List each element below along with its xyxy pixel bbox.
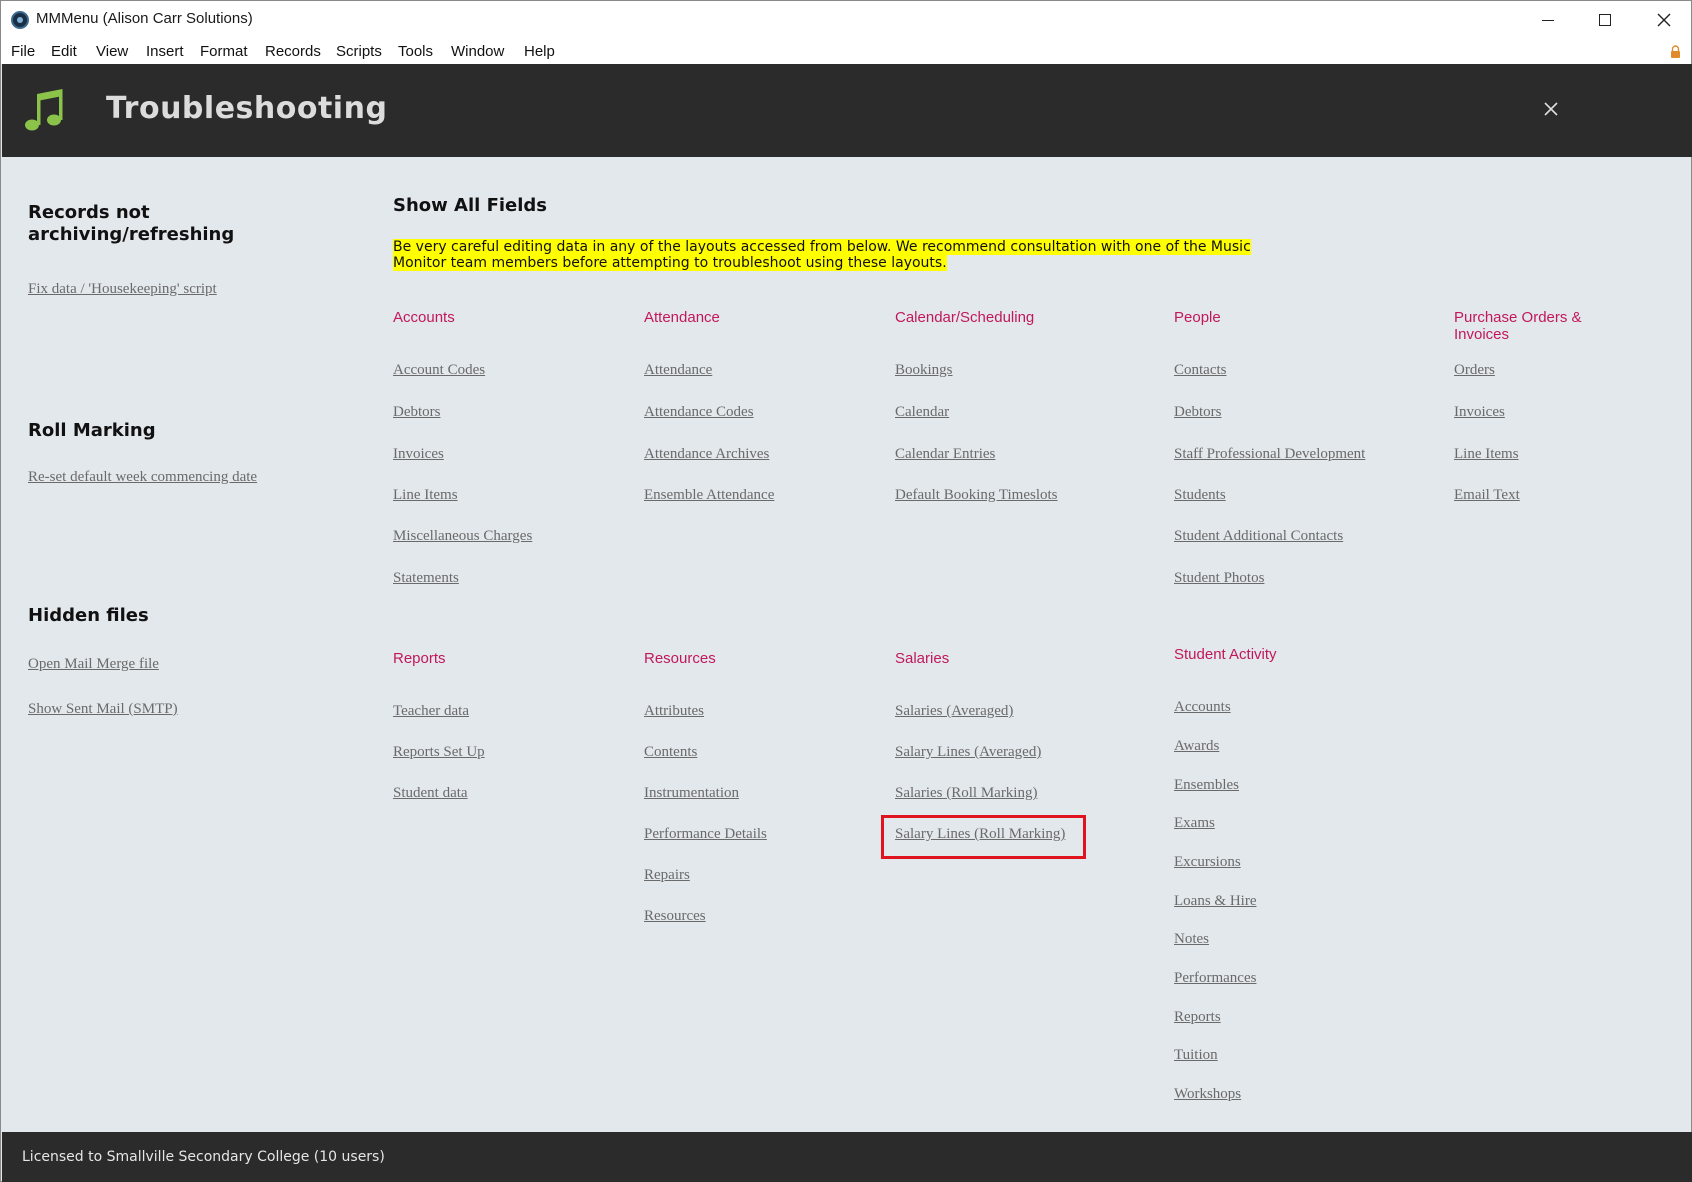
section-title-show-all-fields: Show All Fields bbox=[393, 195, 548, 216]
link-orders[interactable]: Orders bbox=[1454, 362, 1495, 379]
link-notes[interactable]: Notes bbox=[1174, 931, 1209, 948]
title-bar: MMMenu (Alison Carr Solutions) bbox=[1, 1, 1691, 39]
link-email-text[interactable]: Email Text bbox=[1454, 487, 1520, 504]
link-bookings[interactable]: Bookings bbox=[895, 362, 953, 379]
link-student-photos[interactable]: Student Photos bbox=[1174, 570, 1264, 587]
page-title: Troubleshooting bbox=[106, 91, 388, 126]
link-contacts[interactable]: Contacts bbox=[1174, 362, 1227, 379]
minimize-icon bbox=[1542, 19, 1554, 21]
link-salaries-roll-marking[interactable]: Salaries (Roll Marking) bbox=[895, 785, 1037, 802]
menu-tools[interactable]: Tools bbox=[398, 43, 433, 60]
link-workshops[interactable]: Workshops bbox=[1174, 1086, 1241, 1103]
heading-resources: Resources bbox=[644, 650, 716, 667]
selection-highlight-box bbox=[881, 815, 1086, 859]
link-performance-details[interactable]: Performance Details bbox=[644, 826, 767, 843]
link-miscellaneous-charges[interactable]: Miscellaneous Charges bbox=[393, 528, 532, 545]
link-sa-reports[interactable]: Reports bbox=[1174, 1009, 1221, 1026]
menu-file[interactable]: File bbox=[11, 43, 35, 60]
link-students[interactable]: Students bbox=[1174, 487, 1226, 504]
window-title: MMMenu (Alison Carr Solutions) bbox=[36, 10, 253, 27]
link-account-codes[interactable]: Account Codes bbox=[393, 362, 485, 379]
menu-help[interactable]: Help bbox=[524, 43, 555, 60]
link-tuition[interactable]: Tuition bbox=[1174, 1047, 1218, 1064]
close-icon[interactable] bbox=[1540, 98, 1562, 120]
link-ensembles[interactable]: Ensembles bbox=[1174, 777, 1239, 794]
link-show-sent-mail[interactable]: Show Sent Mail (SMTP) bbox=[28, 701, 178, 718]
link-attendance-codes[interactable]: Attendance Codes bbox=[644, 404, 754, 421]
link-sa-accounts[interactable]: Accounts bbox=[1174, 699, 1231, 716]
link-accounts-invoices[interactable]: Invoices bbox=[393, 446, 444, 463]
app-window: MMMenu (Alison Carr Solutions) File Edit… bbox=[0, 0, 1692, 1182]
status-footer: Licensed to Smallville Secondary College… bbox=[2, 1132, 1692, 1182]
maximize-icon bbox=[1599, 14, 1611, 26]
minimize-button[interactable] bbox=[1519, 1, 1577, 39]
link-exams[interactable]: Exams bbox=[1174, 815, 1215, 832]
link-fix-data-housekeeping[interactable]: Fix data / 'Housekeeping' script bbox=[28, 281, 217, 298]
music-note-icon bbox=[25, 89, 63, 131]
menu-insert[interactable]: Insert bbox=[146, 43, 184, 60]
close-icon bbox=[1657, 13, 1671, 27]
lock-icon bbox=[1671, 45, 1680, 58]
link-performances[interactable]: Performances bbox=[1174, 970, 1256, 987]
link-instrumentation[interactable]: Instrumentation bbox=[644, 785, 739, 802]
link-student-additional-contacts[interactable]: Student Additional Contacts bbox=[1174, 528, 1343, 545]
content-area: Records not archiving/refreshing Fix dat… bbox=[1, 157, 1691, 1132]
link-attributes[interactable]: Attributes bbox=[644, 703, 704, 720]
link-calendar[interactable]: Calendar bbox=[895, 404, 949, 421]
link-contents[interactable]: Contents bbox=[644, 744, 697, 761]
link-open-mail-merge[interactable]: Open Mail Merge file bbox=[28, 656, 159, 673]
link-people-debtors[interactable]: Debtors bbox=[1174, 404, 1222, 421]
heading-attendance: Attendance bbox=[644, 309, 720, 326]
heading-reports: Reports bbox=[393, 650, 446, 667]
link-attendance-archives[interactable]: Attendance Archives bbox=[644, 446, 769, 463]
heading-accounts: Accounts bbox=[393, 309, 455, 326]
link-resources[interactable]: Resources bbox=[644, 908, 706, 925]
link-accounts-debtors[interactable]: Debtors bbox=[393, 404, 441, 421]
page-header: Troubleshooting bbox=[2, 64, 1692, 157]
menu-edit[interactable]: Edit bbox=[51, 43, 77, 60]
link-calendar-entries[interactable]: Calendar Entries bbox=[895, 446, 995, 463]
menu-bar: File Edit View Insert Format Records Scr… bbox=[1, 39, 1691, 64]
heading-purchase-orders-invoices: Purchase Orders & Invoices bbox=[1454, 309, 1582, 343]
menu-format[interactable]: Format bbox=[200, 43, 248, 60]
menu-records[interactable]: Records bbox=[265, 43, 321, 60]
link-reports-set-up[interactable]: Reports Set Up bbox=[393, 744, 485, 761]
link-po-invoices[interactable]: Invoices bbox=[1454, 404, 1505, 421]
link-awards[interactable]: Awards bbox=[1174, 738, 1219, 755]
heading-student-activity: Student Activity bbox=[1174, 646, 1277, 663]
link-default-booking-timeslots[interactable]: Default Booking Timeslots bbox=[895, 487, 1058, 504]
section-title-hidden-files: Hidden files bbox=[28, 605, 149, 626]
maximize-button[interactable] bbox=[1576, 1, 1634, 39]
link-salary-lines-averaged[interactable]: Salary Lines (Averaged) bbox=[895, 744, 1041, 761]
menu-scripts[interactable]: Scripts bbox=[336, 43, 382, 60]
link-ensemble-attendance[interactable]: Ensemble Attendance bbox=[644, 487, 774, 504]
link-statements[interactable]: Statements bbox=[393, 570, 459, 587]
heading-calendar-scheduling: Calendar/Scheduling bbox=[895, 309, 1035, 326]
link-excursions[interactable]: Excursions bbox=[1174, 854, 1241, 871]
link-salaries-averaged[interactable]: Salaries (Averaged) bbox=[895, 703, 1013, 720]
heading-salaries: Salaries bbox=[895, 650, 950, 667]
section-title-roll-marking: Roll Marking bbox=[28, 420, 156, 441]
warning-message: Be very careful editing data in any of t… bbox=[393, 239, 1251, 271]
section-title-records: Records not archiving/refreshing bbox=[28, 202, 235, 245]
link-po-line-items[interactable]: Line Items bbox=[1454, 446, 1519, 463]
menu-view[interactable]: View bbox=[96, 43, 128, 60]
link-staff-professional-development[interactable]: Staff Professional Development bbox=[1174, 446, 1365, 463]
app-icon bbox=[11, 11, 29, 29]
link-reset-week-commencing[interactable]: Re-set default week commencing date bbox=[28, 469, 257, 486]
link-student-data[interactable]: Student data bbox=[393, 785, 468, 802]
link-loans-hire[interactable]: Loans & Hire bbox=[1174, 893, 1256, 910]
menu-window[interactable]: Window bbox=[451, 43, 504, 60]
link-teacher-data[interactable]: Teacher data bbox=[393, 703, 469, 720]
link-accounts-line-items[interactable]: Line Items bbox=[393, 487, 458, 504]
link-repairs[interactable]: Repairs bbox=[644, 867, 690, 884]
heading-people: People bbox=[1174, 309, 1221, 326]
license-text: Licensed to Smallville Secondary College… bbox=[22, 1149, 385, 1165]
link-attendance[interactable]: Attendance bbox=[644, 362, 712, 379]
window-close-button[interactable] bbox=[1635, 1, 1692, 39]
